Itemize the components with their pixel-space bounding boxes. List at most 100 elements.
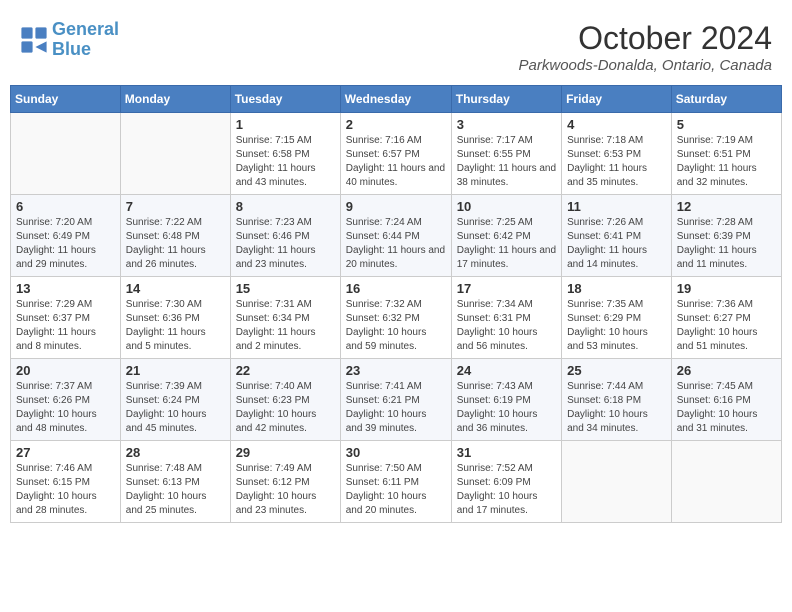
day-number: 9 [346,199,446,214]
col-saturday: Saturday [671,86,781,113]
col-friday: Friday [562,86,672,113]
day-content: Sunrise: 7:35 AM Sunset: 6:29 PM Dayligh… [567,298,666,354]
calendar-week-5: 27 Sunrise: 7:46 AM Sunset: 6:15 PM Dayli… [11,441,782,523]
calendar-cell: 8 Sunrise: 7:23 AM Sunset: 6:46 PM Daylig… [230,195,340,277]
day-number: 17 [457,281,556,296]
calendar-cell: 29Sunrise: 7:49 AM Sunset: 6:12 PM Dayli… [230,441,340,523]
calendar-cell: 22 Sunrise: 7:40 AM Sunset: 6:23 PM Dayli… [230,359,340,441]
day-content: Sunrise: 7:41 AM Sunset: 6:21 PM Dayligh… [346,380,446,436]
day-content: Sunrise: 7:43 AM Sunset: 6:19 PM Dayligh… [457,380,556,436]
day-content: Sunrise: 7:52 AM Sunset: 6:09 PM Dayligh… [457,462,556,518]
day-number: 8 [236,199,335,214]
day-number: 22 [236,363,335,378]
day-number: 18 [567,281,666,296]
calendar-cell: 11 Sunrise: 7:26 AM Sunset: 6:41 PM Dayli… [562,195,672,277]
calendar-cell: 5 Sunrise: 7:19 AM Sunset: 6:51 PM Daylig… [671,113,781,195]
day-content: Sunrise: 7:29 AM Sunset: 6:37 PM Dayligh… [16,298,115,354]
day-content: Sunrise: 7:48 AM Sunset: 6:13 PM Dayligh… [126,462,225,518]
day-number: 2 [346,117,446,132]
logo: General Blue [20,20,119,60]
calendar-cell: 26 Sunrise: 7:45 AM Sunset: 6:16 PM Dayli… [671,359,781,441]
calendar-cell: 7 Sunrise: 7:22 AM Sunset: 6:48 PM Daylig… [120,195,230,277]
day-number: 29 [236,445,335,460]
day-number: 19 [677,281,776,296]
calendar-cell: 17 Sunrise: 7:34 AM Sunset: 6:31 PM Dayli… [451,277,561,359]
day-content: Sunrise: 7:19 AM Sunset: 6:51 PM Dayligh… [677,134,776,190]
day-content: Sunrise: 7:40 AM Sunset: 6:23 PM Dayligh… [236,380,335,436]
calendar-table: Sunday Monday Tuesday Wednesday Thursday… [10,85,782,523]
calendar-cell: 9 Sunrise: 7:24 AM Sunset: 6:44 PM Daylig… [340,195,451,277]
calendar-cell: 19 Sunrise: 7:36 AM Sunset: 6:27 PM Dayli… [671,277,781,359]
calendar-cell: 16 Sunrise: 7:32 AM Sunset: 6:32 PM Dayli… [340,277,451,359]
day-content: Sunrise: 7:18 AM Sunset: 6:53 PM Dayligh… [567,134,666,190]
day-content: Sunrise: 7:34 AM Sunset: 6:31 PM Dayligh… [457,298,556,354]
calendar-cell: 10Sunrise: 7:25 AM Sunset: 6:42 PM Dayli… [451,195,561,277]
day-number: 26 [677,363,776,378]
calendar-cell: 1 Sunrise: 7:15 AM Sunset: 6:58 PM Daylig… [230,113,340,195]
day-number: 21 [126,363,225,378]
calendar-cell [11,113,121,195]
day-content: Sunrise: 7:44 AM Sunset: 6:18 PM Dayligh… [567,380,666,436]
day-number: 31 [457,445,556,460]
day-number: 11 [567,199,666,214]
col-sunday: Sunday [11,86,121,113]
calendar-week-2: 6Sunrise: 7:20 AM Sunset: 6:49 PM Daylig… [11,195,782,277]
day-content: Sunrise: 7:22 AM Sunset: 6:48 PM Dayligh… [126,216,225,272]
day-content: Sunrise: 7:39 AM Sunset: 6:24 PM Dayligh… [126,380,225,436]
calendar-cell: 24Sunrise: 7:43 AM Sunset: 6:19 PM Dayli… [451,359,561,441]
calendar-cell: 14 Sunrise: 7:30 AM Sunset: 6:36 PM Dayli… [120,277,230,359]
header-row: Sunday Monday Tuesday Wednesday Thursday… [11,86,782,113]
day-content: Sunrise: 7:50 AM Sunset: 6:11 PM Dayligh… [346,462,446,518]
day-content: Sunrise: 7:30 AM Sunset: 6:36 PM Dayligh… [126,298,225,354]
day-number: 4 [567,117,666,132]
day-number: 30 [346,445,446,460]
day-number: 16 [346,281,446,296]
calendar-cell: 23 Sunrise: 7:41 AM Sunset: 6:21 PM Dayli… [340,359,451,441]
day-number: 12 [677,199,776,214]
col-wednesday: Wednesday [340,86,451,113]
day-content: Sunrise: 7:20 AM Sunset: 6:49 PM Dayligh… [16,216,115,272]
page-header: General Blue October 2024 Parkwoods-Dona… [10,10,782,79]
calendar-cell [120,113,230,195]
day-number: 14 [126,281,225,296]
day-content: Sunrise: 7:46 AM Sunset: 6:15 PM Dayligh… [16,462,115,518]
day-number: 27 [16,445,115,460]
day-content: Sunrise: 7:15 AM Sunset: 6:58 PM Dayligh… [236,134,335,190]
day-number: 5 [677,117,776,132]
calendar-cell: 12 Sunrise: 7:28 AM Sunset: 6:39 PM Dayli… [671,195,781,277]
calendar-cell [671,441,781,523]
location-title: Parkwoods-Donalda, Ontario, Canada [519,57,772,74]
calendar-cell: 28Sunrise: 7:48 AM Sunset: 6:13 PM Dayli… [120,441,230,523]
calendar-cell: 4 Sunrise: 7:18 AM Sunset: 6:53 PM Daylig… [562,113,672,195]
day-number: 3 [457,117,556,132]
day-content: Sunrise: 7:23 AM Sunset: 6:46 PM Dayligh… [236,216,335,272]
col-monday: Monday [120,86,230,113]
day-number: 1 [236,117,335,132]
day-content: Sunrise: 7:32 AM Sunset: 6:32 PM Dayligh… [346,298,446,354]
day-number: 15 [236,281,335,296]
month-title: October 2024 [519,20,772,57]
day-number: 23 [346,363,446,378]
day-content: Sunrise: 7:28 AM Sunset: 6:39 PM Dayligh… [677,216,776,272]
calendar-cell: 2Sunrise: 7:16 AM Sunset: 6:57 PM Daylig… [340,113,451,195]
calendar-cell: 25Sunrise: 7:44 AM Sunset: 6:18 PM Dayli… [562,359,672,441]
day-content: Sunrise: 7:36 AM Sunset: 6:27 PM Dayligh… [677,298,776,354]
calendar-cell: 31 Sunrise: 7:52 AM Sunset: 6:09 PM Dayli… [451,441,561,523]
calendar-cell: 27 Sunrise: 7:46 AM Sunset: 6:15 PM Dayli… [11,441,121,523]
day-content: Sunrise: 7:26 AM Sunset: 6:41 PM Dayligh… [567,216,666,272]
day-number: 13 [16,281,115,296]
calendar-cell: 30 Sunrise: 7:50 AM Sunset: 6:11 PM Dayli… [340,441,451,523]
day-content: Sunrise: 7:45 AM Sunset: 6:16 PM Dayligh… [677,380,776,436]
day-number: 7 [126,199,225,214]
day-content: Sunrise: 7:31 AM Sunset: 6:34 PM Dayligh… [236,298,335,354]
calendar-week-4: 20Sunrise: 7:37 AM Sunset: 6:26 PM Dayli… [11,359,782,441]
day-content: Sunrise: 7:24 AM Sunset: 6:44 PM Dayligh… [346,216,446,272]
col-thursday: Thursday [451,86,561,113]
calendar-cell [562,441,672,523]
calendar-cell: 13 Sunrise: 7:29 AM Sunset: 6:37 PM Dayli… [11,277,121,359]
col-tuesday: Tuesday [230,86,340,113]
calendar-cell: 15 Sunrise: 7:31 AM Sunset: 6:34 PM Dayli… [230,277,340,359]
day-content: Sunrise: 7:17 AM Sunset: 6:55 PM Dayligh… [457,134,556,190]
calendar-cell: 3 Sunrise: 7:17 AM Sunset: 6:55 PM Daylig… [451,113,561,195]
day-content: Sunrise: 7:37 AM Sunset: 6:26 PM Dayligh… [16,380,115,436]
